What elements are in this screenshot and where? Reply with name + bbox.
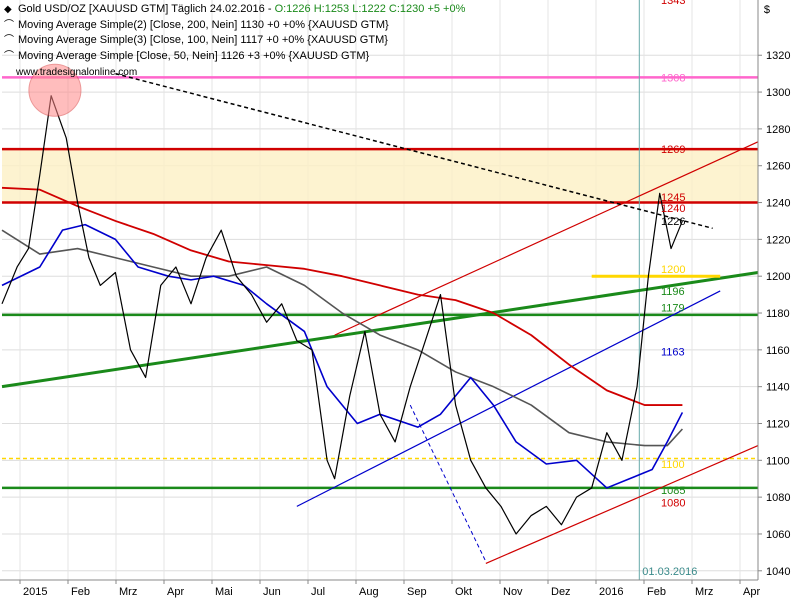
diamond-icon: ◆ — [4, 4, 12, 15]
x-tick-label-1: Feb — [71, 586, 90, 598]
x-tick-label-3: Apr — [167, 586, 184, 598]
x-tick-label-10: Nov — [503, 586, 523, 598]
x-tick-label-9: Okt — [455, 586, 472, 598]
level-label-1343: 1343 — [661, 0, 685, 7]
legend-price-values: O:1226 H:1253 L:1222 C:1230 +5 +0% — [274, 3, 466, 15]
legend-ma100-label: Moving Average Simple(3) [Close, 100, Ne… — [18, 34, 388, 46]
legend-row-price: ◆ Gold USD/OZ [XAUUSD GTM] Täglich 24.02.… — [4, 2, 465, 18]
x-tick-label-4: Mai — [215, 586, 233, 598]
level-label-1308: 1308 — [661, 72, 685, 84]
price-chart: 1343130812691245124012261200119611791163… — [0, 0, 800, 600]
chart-legend: ◆ Gold USD/OZ [XAUUSD GTM] Täglich 24.02.… — [4, 2, 465, 64]
y-tick-label-1300: 1300 — [766, 87, 790, 99]
y-tick-label-1180: 1180 — [766, 308, 790, 320]
curve-icon: ⌒ — [4, 19, 14, 31]
x-tick-label-5: Jun — [263, 586, 281, 598]
legend-price-label: Gold USD/OZ [XAUUSD GTM] Täglich 24.02.2… — [18, 3, 275, 15]
y-tick-label-1280: 1280 — [766, 124, 790, 136]
level-label-1100: 1100 — [661, 459, 685, 471]
level-label-1179: 1179 — [661, 302, 685, 314]
y-tick-label-1160: 1160 — [766, 345, 790, 357]
y-tick-label-1120: 1120 — [766, 418, 790, 430]
level-label-1196: 1196 — [661, 286, 685, 298]
y-tick-label-1240: 1240 — [766, 198, 790, 210]
curve-icon: ⌒ — [4, 50, 14, 62]
x-tick-label-6: Jul — [311, 586, 325, 598]
level-label-1163: 1163 — [661, 347, 685, 359]
x-tick-label-2: Mrz — [119, 586, 137, 598]
legend-row-ma100: ⌒ Moving Average Simple(3) [Close, 100, N… — [4, 33, 465, 49]
level-label-1080: 1080 — [661, 498, 685, 510]
y-tick-label-1060: 1060 — [766, 529, 790, 541]
sort-icon[interactable]: $ — [764, 4, 770, 16]
x-tick-label-0: 2015 — [23, 586, 47, 598]
y-tick-label-1040: 1040 — [766, 566, 790, 578]
level-label-1226: 1226 — [661, 216, 685, 228]
x-tick-label-8: Sep — [407, 586, 427, 598]
level-label-1240: 1240 — [661, 203, 685, 215]
y-tick-label-1320: 1320 — [766, 50, 790, 62]
y-tick-label-1220: 1220 — [766, 234, 790, 246]
x-tick-label-14: Mrz — [695, 586, 713, 598]
legend-row-ma200: ⌒ Moving Average Simple(2) [Close, 200, N… — [4, 18, 465, 34]
date-marker-label: 01.03.2016 — [642, 566, 697, 578]
x-tick-label-7: Aug — [359, 586, 379, 598]
curve-icon: ⌒ — [4, 35, 14, 46]
level-label-1269: 1269 — [661, 144, 685, 156]
legend-ma50-label: Moving Average Simple [Close, 50, Nein] … — [18, 49, 370, 62]
y-tick-label-1200: 1200 — [766, 271, 790, 283]
watermark-text: www.tradesignalonline.com — [16, 67, 138, 78]
resistance-zone — [2, 149, 758, 203]
y-tick-label-1140: 1140 — [766, 382, 790, 394]
x-tick-label-12: 2016 — [599, 586, 623, 598]
legend-ma200-label: Moving Average Simple(2) [Close, 200, Ne… — [18, 18, 389, 31]
x-tick-label-13: Feb — [647, 586, 666, 598]
level-label-1085: 1085 — [661, 485, 685, 497]
legend-row-ma50: ⌒ Moving Average Simple [Close, 50, Nein]… — [4, 49, 465, 65]
y-tick-label-1100: 1100 — [766, 455, 790, 467]
y-tick-label-1260: 1260 — [766, 161, 790, 173]
level-label-1200: 1200 — [661, 264, 685, 276]
chart-background — [0, 0, 800, 600]
x-tick-label-11: Dez — [551, 586, 571, 598]
y-tick-label-1080: 1080 — [766, 492, 790, 504]
x-tick-label-15: Apr — [743, 586, 760, 598]
